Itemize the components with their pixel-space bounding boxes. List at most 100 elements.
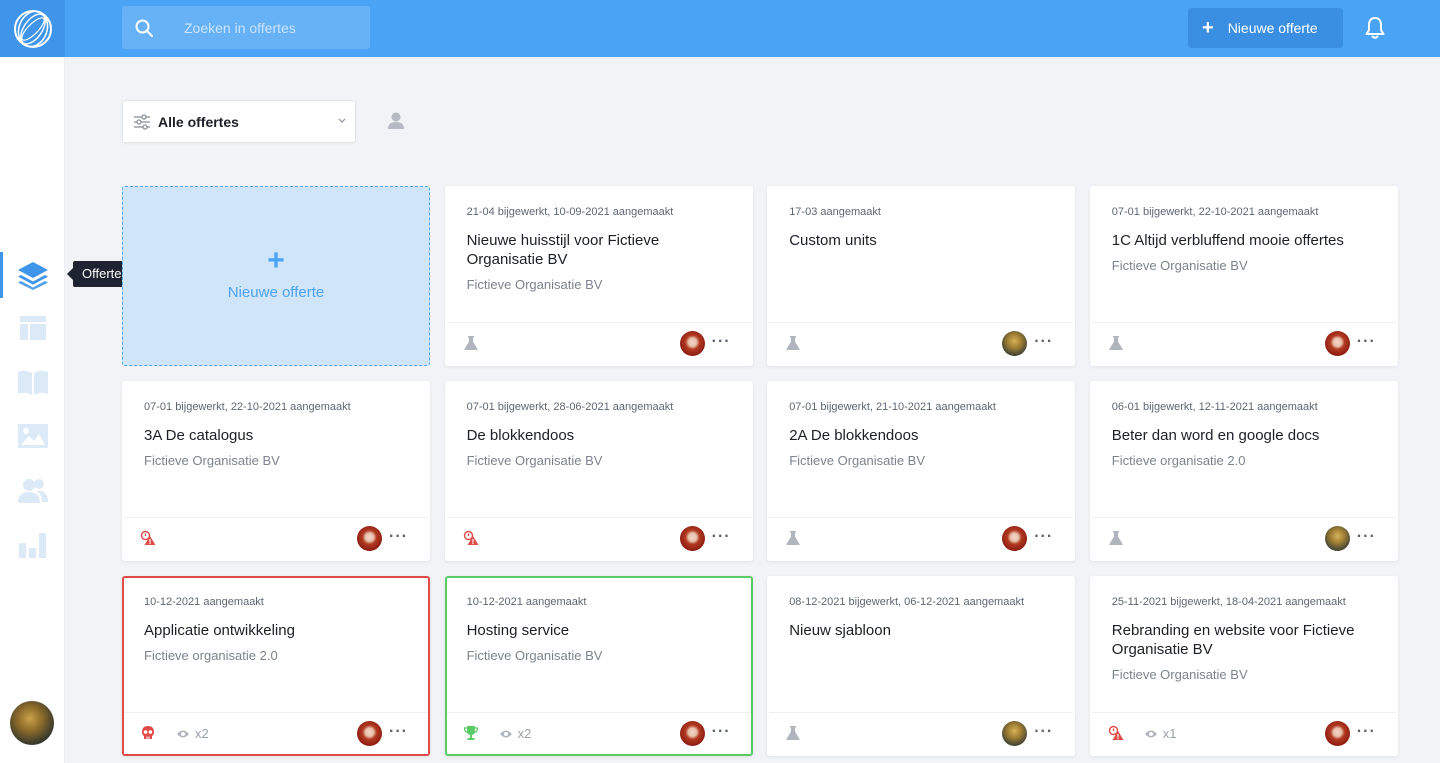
offer-card-footer: ···	[446, 322, 751, 364]
offer-card[interactable]: 21-04 bijgewerkt, 10-09-2021 aangemaakt …	[444, 186, 753, 366]
offer-title: De blokkendoos Fictieve Organisatie BV	[467, 426, 731, 470]
offer-filter-select[interactable]: Alle offertes	[122, 100, 356, 143]
new-offer-label: Nieuwe offerte	[1227, 20, 1318, 36]
new-offer-card[interactable]: + Nieuwe offerte	[122, 186, 430, 366]
sidebar	[0, 57, 65, 763]
owner-avatar[interactable]	[1002, 526, 1028, 551]
layout-icon	[19, 316, 46, 340]
offer-card[interactable]: 17-03 aangemaakt Custom units ···	[767, 186, 1076, 366]
plus-icon: +	[267, 243, 285, 277]
offer-card-footer: ···	[1091, 517, 1396, 559]
offer-title: Custom units	[789, 231, 1053, 250]
offer-dates: 07-01 bijgewerkt, 28-06-2021 aangemaakt	[466, 401, 674, 413]
offer-card[interactable]: 10-12-2021 aangemaakt Applicatie ontwikk…	[122, 576, 430, 756]
offer-title: Applicatie ontwikkeling Fictieve organis…	[144, 621, 408, 665]
search-icon	[135, 19, 153, 37]
offer-title: 3A De catalogus Fictieve Organisatie BV	[144, 426, 408, 470]
new-offer-button[interactable]: + Nieuwe offerte	[1188, 8, 1343, 48]
offer-organisation: Fictieve Organisatie BV	[466, 648, 603, 663]
offer-card[interactable]: 06-01 bijgewerkt, 12-11-2021 aangemaakt …	[1089, 381, 1398, 561]
sidebar-item-reports[interactable]	[0, 519, 65, 569]
offer-organisation: Fictieve Organisatie BV	[144, 453, 280, 468]
top-bar: + Nieuwe offerte	[0, 0, 1440, 57]
offer-card[interactable]: 07-01 bijgewerkt, 22-10-2021 aangemaakt …	[1089, 186, 1398, 366]
offer-organisation: Fictieve Organisatie BV	[1111, 258, 1248, 273]
sidebar-item-templates[interactable]	[0, 303, 65, 353]
user-filter-icon[interactable]	[386, 111, 406, 131]
more-options-button[interactable]: ···	[1357, 724, 1376, 740]
chevron-down-icon	[338, 118, 346, 123]
more-options-button[interactable]: ···	[1357, 529, 1376, 545]
more-options-button[interactable]: ···	[712, 334, 731, 350]
owner-avatar[interactable]	[357, 526, 382, 551]
more-options-button[interactable]: ···	[1034, 529, 1053, 545]
more-options-button[interactable]: ···	[712, 724, 731, 740]
more-options-button[interactable]: ···	[389, 724, 408, 740]
alert-icon	[140, 530, 156, 546]
flask-icon	[785, 530, 801, 546]
filter-label: Alle offertes	[158, 114, 239, 130]
offer-card[interactable]: 07-01 bijgewerkt, 28-06-2021 aangemaakt …	[444, 381, 753, 561]
more-options-button[interactable]: ···	[1034, 724, 1053, 740]
owner-avatar[interactable]	[1324, 721, 1350, 746]
offer-card-footer: ···	[769, 712, 1074, 754]
users-icon	[17, 479, 48, 503]
sliders-icon	[134, 114, 150, 130]
offer-card-footer: x1 ···	[1091, 712, 1396, 754]
flask-icon	[785, 725, 801, 741]
more-options-button[interactable]: ···	[712, 529, 731, 545]
more-options-button[interactable]: ···	[1357, 334, 1376, 350]
logo-icon	[13, 9, 52, 48]
view-count-text: x1	[1162, 726, 1177, 741]
sidebar-item-catalog[interactable]	[0, 357, 65, 407]
app-logo[interactable]	[0, 0, 65, 57]
search-box[interactable]	[122, 6, 370, 49]
owner-avatar[interactable]	[679, 721, 705, 746]
offer-card-footer: ···	[124, 517, 428, 559]
new-offer-card-label: Nieuwe offerte	[227, 283, 325, 301]
more-options-button[interactable]: ···	[1034, 334, 1053, 350]
sidebar-item-media[interactable]	[0, 411, 65, 461]
view-count: x1	[1144, 726, 1177, 741]
owner-avatar[interactable]	[1002, 721, 1028, 746]
owner-avatar[interactable]	[1002, 331, 1028, 356]
sidebar-item-offertes[interactable]	[0, 250, 65, 300]
view-count: x2	[499, 726, 532, 741]
offer-title: 1C Altijd verbluffend mooie offertes Fic…	[1112, 231, 1376, 275]
offer-title: 2A De blokkendoos Fictieve Organisatie B…	[789, 426, 1053, 470]
owner-avatar[interactable]	[679, 331, 705, 356]
offer-title: Beter dan word en google docs Fictieve o…	[1112, 426, 1376, 470]
owner-avatar[interactable]	[1324, 331, 1350, 356]
bell-icon[interactable]	[1364, 16, 1386, 40]
offer-card-footer: ···	[446, 517, 751, 559]
offer-organisation: Fictieve Organisatie BV	[789, 453, 926, 468]
flask-icon	[785, 335, 801, 351]
more-options-button[interactable]: ···	[389, 529, 408, 545]
offer-card[interactable]: 07-01 bijgewerkt, 22-10-2021 aangemaakt …	[122, 381, 430, 561]
offer-title-text: Applicatie ontwikkeling	[144, 622, 295, 639]
owner-avatar[interactable]	[357, 721, 382, 746]
offer-dates: 21-04 bijgewerkt, 10-09-2021 aangemaakt	[466, 206, 674, 218]
search-input[interactable]	[184, 6, 364, 49]
offer-title-text: 2A De blokkendoos	[789, 427, 919, 444]
offer-title-text: Beter dan word en google docs	[1111, 427, 1320, 444]
owner-avatar[interactable]	[679, 526, 705, 551]
offer-card[interactable]: 08-12-2021 bijgewerkt, 06-12-2021 aangem…	[767, 576, 1076, 756]
offer-card[interactable]: 07-01 bijgewerkt, 21-10-2021 aangemaakt …	[767, 381, 1076, 561]
alert-icon	[1108, 725, 1124, 741]
plus-icon: +	[1202, 17, 1214, 39]
user-avatar[interactable]	[10, 701, 54, 745]
trophy-icon	[463, 725, 479, 741]
skull-icon	[140, 725, 156, 741]
book-icon	[17, 370, 48, 395]
offer-card[interactable]: 10-12-2021 aangemaakt Hosting service Fi…	[444, 576, 753, 756]
view-count-text: x2	[517, 726, 532, 741]
offer-title-text: Nieuw sjabloon	[789, 622, 891, 639]
sidebar-item-contacts[interactable]	[0, 465, 65, 515]
offer-title-text: Hosting service	[466, 622, 570, 639]
offer-card[interactable]: 25-11-2021 bijgewerkt, 18-04-2021 aangem…	[1089, 576, 1398, 756]
eye-icon	[499, 730, 512, 737]
offer-organisation: Fictieve organisatie 2.0	[1111, 453, 1246, 468]
offer-card-footer: x2 ···	[124, 712, 428, 754]
owner-avatar[interactable]	[1324, 526, 1350, 551]
